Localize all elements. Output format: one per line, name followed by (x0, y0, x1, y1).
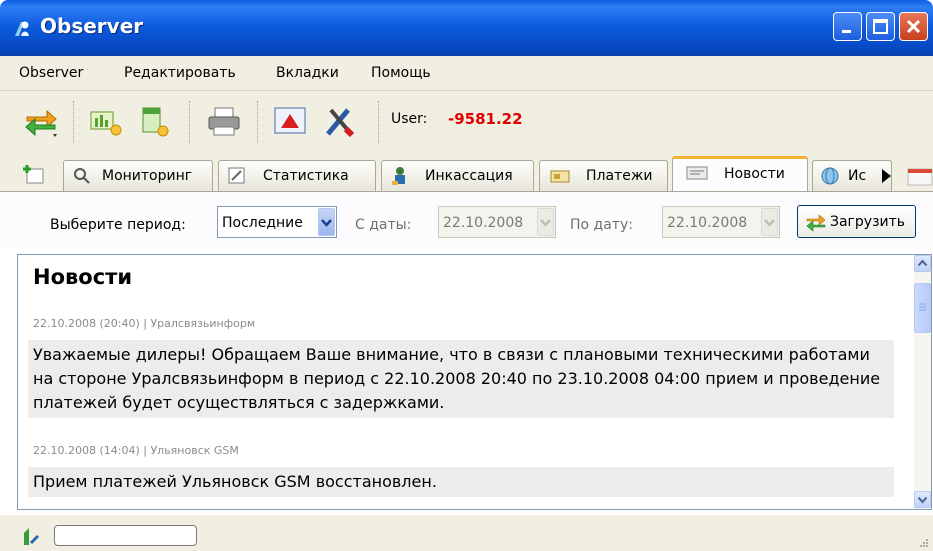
add-report-icon[interactable] (88, 103, 124, 139)
minimize-icon (842, 30, 851, 33)
news-meta: 22.10.2008 (14:04) | Ульяновск GSM (33, 444, 239, 457)
tab-scroll-right-icon[interactable] (879, 167, 893, 185)
period-label: Выберите период: (50, 217, 186, 233)
load-button[interactable]: Загрузить (797, 205, 916, 238)
toolbar-separator (189, 101, 191, 143)
news-heading: Новости (33, 265, 133, 289)
menu-help[interactable]: Помощь (371, 65, 431, 81)
filter-bar: Выберите период: Последние С даты: 22.10… (0, 192, 933, 248)
load-button-label: Загрузить (830, 214, 906, 230)
status-field (54, 525, 197, 546)
tab-overflow-icon (907, 168, 933, 186)
maximize-button[interactable] (866, 12, 895, 41)
tab-label: Новости (724, 166, 785, 182)
chevron-down-icon (321, 219, 332, 227)
scroll-down-button[interactable] (914, 491, 931, 508)
add-document-icon[interactable] (136, 103, 172, 139)
observer-logo-icon (15, 21, 29, 36)
from-date-picker[interactable]: 22.10.2008 (438, 206, 556, 238)
dropdown-button[interactable] (537, 208, 554, 236)
status-icon (24, 528, 40, 545)
tab-label: Платежи (586, 168, 653, 184)
toolbar-separator (257, 101, 259, 143)
news-icon (686, 166, 708, 180)
menu-observer[interactable]: Observer (19, 65, 83, 81)
chevron-down-icon (540, 219, 551, 227)
title-bar: Observer (0, 0, 933, 56)
menu-bar: Observer Редактировать Вкладки Помощь (0, 56, 933, 91)
toolbar-separator (378, 101, 380, 143)
period-select[interactable]: Последние (217, 206, 337, 238)
maximize-icon (873, 19, 888, 34)
tools-icon[interactable] (321, 103, 357, 139)
news-body: Прием платежей Ульяновск GSM восстановле… (28, 467, 894, 497)
window-title: Observer (40, 14, 144, 38)
chevron-down-icon (917, 496, 928, 504)
search-icon (74, 168, 90, 184)
alert-icon[interactable] (272, 103, 308, 139)
tab-label: Статистика (263, 168, 349, 184)
toolbar-separator (73, 101, 75, 143)
scroll-up-button[interactable] (914, 255, 931, 272)
tab-strip: Мониторинг Статистика Инкассация Платежи… (0, 153, 933, 192)
tab-collection[interactable]: Инкассация (381, 160, 534, 191)
close-button[interactable] (899, 12, 928, 41)
globe-icon (821, 167, 839, 185)
menu-tabs[interactable]: Вкладки (276, 65, 339, 81)
tab-label: Мониторинг (102, 168, 193, 184)
tab-news[interactable]: Новости (672, 156, 808, 192)
tab-payments[interactable]: Платежи (539, 160, 668, 191)
close-icon (906, 19, 921, 34)
tab-statistics[interactable]: Статистика (218, 160, 376, 191)
minimize-button[interactable] (833, 12, 862, 41)
collection-icon (392, 167, 405, 185)
tab-label: Инкассация (425, 168, 513, 184)
news-body: Уважаемые дилеры! Обращаем Ваше внимание… (28, 340, 894, 418)
chevron-up-icon (917, 259, 928, 267)
user-label: User: (391, 111, 428, 127)
chart-icon (228, 167, 245, 184)
dropdown-button[interactable] (318, 208, 335, 236)
refresh-arrows-icon[interactable] (23, 103, 59, 139)
vertical-scrollbar[interactable] (914, 255, 931, 509)
to-date-picker[interactable]: 22.10.2008 (662, 206, 780, 238)
period-value: Последние (222, 215, 303, 231)
resize-grip-icon[interactable] (916, 537, 930, 549)
menu-edit[interactable]: Редактировать (124, 65, 236, 81)
news-panel: Новости 22.10.2008 (20:40) | Уралсвязьин… (17, 254, 932, 510)
refresh-arrows-icon (806, 214, 826, 232)
new-tab-icon[interactable] (23, 163, 47, 185)
status-bar (0, 515, 933, 551)
news-meta: 22.10.2008 (20:40) | Уралсвязьинформ (33, 317, 256, 330)
to-date-value: 22.10.2008 (667, 215, 748, 231)
scroll-thumb[interactable] (914, 283, 931, 333)
toolbar: User: -9581.22 (0, 91, 933, 153)
printer-icon[interactable] (206, 103, 242, 139)
from-date-value: 22.10.2008 (443, 215, 524, 231)
from-date-label: С даты: (355, 217, 412, 233)
chevron-down-icon (764, 219, 775, 227)
tab-monitoring[interactable]: Мониторинг (63, 160, 213, 191)
payments-icon (550, 170, 570, 183)
to-date-label: По дату: (570, 217, 633, 233)
tab-label: Ис (848, 168, 867, 184)
grip-icon (919, 303, 926, 311)
dropdown-button[interactable] (761, 208, 778, 236)
user-balance: -9581.22 (448, 110, 523, 128)
